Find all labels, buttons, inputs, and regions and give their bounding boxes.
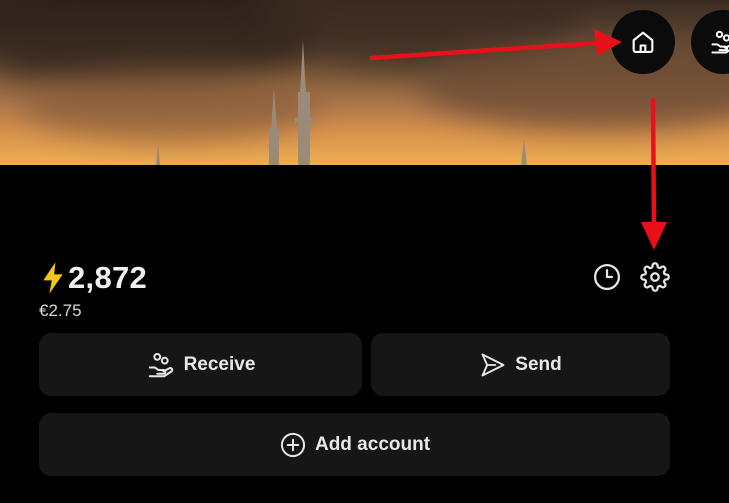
balance-row: 2,872 bbox=[40, 260, 147, 296]
add-account-label: Add account bbox=[314, 433, 431, 455]
home-button[interactable] bbox=[611, 10, 675, 74]
history-button[interactable] bbox=[590, 260, 624, 294]
fiat-balance: €2.75 bbox=[39, 301, 82, 320]
receive-label: Receive bbox=[183, 353, 256, 375]
clock-icon bbox=[594, 264, 620, 290]
hand-coins-icon bbox=[711, 30, 729, 54]
send-button[interactable]: Send bbox=[371, 333, 670, 396]
gear-icon bbox=[640, 262, 670, 292]
send-label: Send bbox=[515, 353, 562, 375]
wallet-screen: 2,872 €2.75 Receive Send Add account bbox=[0, 0, 729, 503]
hand-coins-icon bbox=[146, 350, 176, 380]
home-icon bbox=[632, 31, 654, 53]
plus-circle-icon bbox=[279, 431, 307, 459]
receive-button[interactable]: Receive bbox=[39, 333, 362, 396]
paper-plane-icon bbox=[479, 351, 507, 379]
lightning-bolt-icon bbox=[43, 262, 63, 294]
add-account-button[interactable]: Add account bbox=[39, 413, 670, 476]
settings-button[interactable] bbox=[638, 260, 672, 294]
balance-amount: 2,872 bbox=[68, 260, 148, 295]
